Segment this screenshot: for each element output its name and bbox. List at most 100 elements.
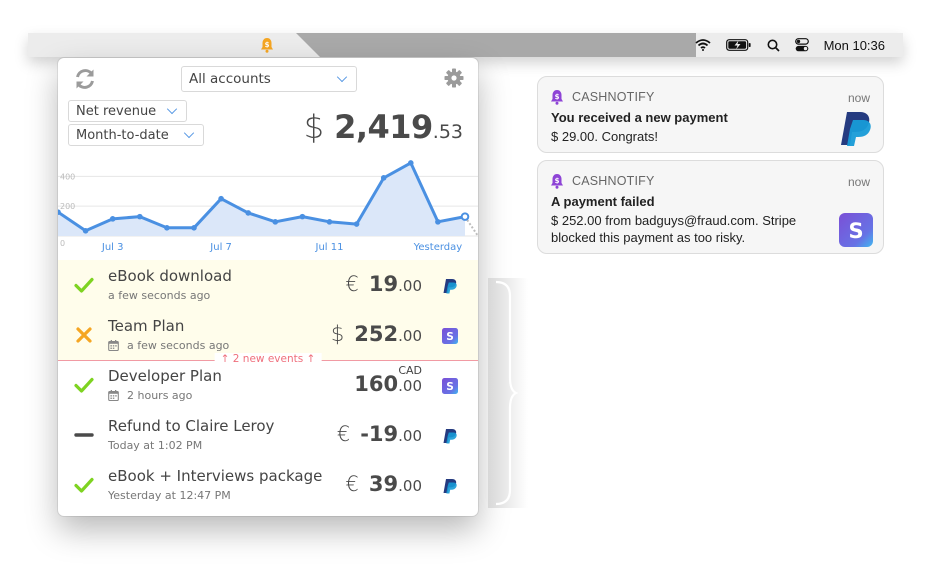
transaction-amount: € -19.00 (337, 422, 422, 446)
notification-payment-failed[interactable]: $ CASHNOTIFY now A payment failed $ 252.… (537, 160, 884, 254)
y-tick-label: 0 (60, 239, 65, 248)
transaction-list: eBook download a few seconds ago €19.00 Tea… (58, 260, 478, 510)
revenue-area (58, 162, 465, 236)
stripe-logo-icon: S (442, 328, 458, 344)
transaction-amount: $252.00 (331, 322, 422, 346)
data-point (272, 219, 279, 225)
notification-new-payment[interactable]: $ CASHNOTIFY now You received a new paym… (537, 76, 884, 153)
calendar-icon (108, 340, 127, 351)
revenue-chart[interactable]: 0200400Jul 3Jul 7Jul 11YesterdayJul 19Ju… (58, 152, 478, 254)
menu-bar: $ Mon 10:36 (28, 33, 903, 57)
search-icon[interactable] (767, 39, 780, 52)
battery-charging-icon[interactable] (725, 39, 752, 51)
cross-icon (74, 326, 94, 344)
bell-dollar-icon[interactable]: $ (260, 37, 274, 53)
amount-integer: 39 (368, 472, 399, 496)
transaction-row[interactable]: Refund to Claire Leroy Today at 1:02 PM € -… (58, 410, 478, 460)
notification-app: $ CASHNOTIFY (550, 173, 655, 189)
account-select[interactable]: All accounts (181, 66, 357, 92)
period-select[interactable]: Month-to-date (68, 124, 204, 146)
transaction-time-text: a few seconds ago (127, 339, 230, 352)
cashnotify-panel: All accounts Net revenue Month-to-date $… (58, 58, 478, 516)
desktop: $ Mon 10:36 All accounts Net revenue Mon… (0, 0, 935, 581)
chevron-down-icon (166, 103, 178, 115)
transaction-title: Refund to Claire Leroy (108, 417, 275, 435)
stripe-logo-icon: S (442, 378, 458, 394)
gear-icon[interactable] (444, 68, 464, 88)
data-point (218, 195, 224, 202)
transaction-row[interactable]: Developer Plan 2 hours ago 160.00 CAD S (58, 360, 478, 410)
data-point (299, 213, 306, 220)
amount-integer: 160 (354, 372, 399, 396)
transaction-amount: 160.00 CAD (354, 364, 422, 396)
notification-app-name: CASHNOTIFY (572, 90, 655, 104)
amount-integer: 252 (354, 322, 399, 346)
transaction-time-text: Today at 1:02 PM (108, 439, 203, 452)
x-tick-label: Jul 3 (101, 242, 124, 253)
notification-time: now (847, 175, 870, 189)
menu-bar-clock[interactable]: Mon 10:36 (824, 38, 885, 53)
menu-bar-shadow-wedge (296, 33, 696, 57)
amount-decimal: .00 (398, 327, 422, 345)
data-point (380, 175, 387, 181)
transaction-title: Developer Plan (108, 367, 222, 385)
amount-integer: -19 (360, 422, 399, 446)
total-decimal: .53 (432, 121, 463, 143)
checkmark-icon (74, 476, 94, 494)
transaction-title: eBook + Interviews package (108, 467, 323, 485)
svg-text:$: $ (555, 93, 560, 101)
paypal-logo-icon (442, 278, 458, 294)
total-currency: $ (303, 108, 325, 146)
transaction-time: a few seconds ago (108, 339, 229, 352)
data-point (326, 219, 333, 225)
svg-text:S: S (848, 219, 863, 243)
total-revenue: $ 2,419 .53 (304, 108, 463, 146)
chevron-down-icon (183, 127, 195, 139)
amount-currency: € (345, 472, 359, 496)
notification-title: You received a new payment (551, 110, 728, 125)
amount-currency: € (345, 272, 359, 296)
metric-select[interactable]: Net revenue (68, 100, 187, 122)
svg-text:S: S (446, 331, 454, 343)
menu-bar-status-area: Mon 10:36 (694, 33, 885, 57)
data-point (164, 225, 170, 231)
calendar-icon (108, 390, 127, 401)
amount-currency: $ (330, 322, 345, 346)
x-tick-label: Yesterday (413, 242, 463, 253)
amount-currency: € (336, 422, 351, 446)
transaction-row[interactable]: eBook + Interviews package Yesterday at 1… (58, 460, 478, 510)
transaction-time: Yesterday at 12:47 PM (108, 489, 231, 502)
stripe-logo-icon: S (839, 213, 873, 247)
amount-integer: 19 (368, 272, 399, 296)
transaction-amount: €19.00 (346, 272, 422, 296)
current-day-point (460, 212, 470, 221)
data-point (191, 225, 197, 231)
transaction-time: 2 hours ago (108, 389, 192, 402)
metric-select-value: Net revenue (76, 103, 157, 119)
amount-decimal: .00 (398, 477, 422, 495)
paypal-logo-icon (442, 428, 458, 444)
data-point (353, 221, 360, 227)
data-point (137, 213, 143, 220)
data-point (408, 160, 414, 166)
y-tick-label: 400 (60, 172, 75, 181)
y-tick-label: 200 (60, 202, 75, 211)
transaction-title: Team Plan (108, 317, 185, 335)
account-select-value: All accounts (189, 71, 271, 87)
x-tick-label: Jul 11 (315, 242, 344, 253)
checkmark-icon (74, 376, 94, 394)
amount-decimal: .00 (398, 377, 422, 395)
data-point (109, 216, 116, 222)
control-center-icon[interactable] (794, 38, 809, 52)
notification-title: A payment failed (551, 194, 655, 209)
notification-body: $ 252.00 from badguys@fraud.com. Stripe … (551, 213, 797, 245)
svg-text:$: $ (265, 41, 270, 49)
refresh-icon[interactable] (73, 67, 97, 91)
period-select-value: Month-to-date (76, 127, 169, 143)
amount-decimal: .00 (398, 427, 422, 445)
notification-app-name: CASHNOTIFY (572, 174, 655, 188)
data-point (245, 210, 251, 216)
notification-time: now (847, 91, 870, 105)
transaction-row[interactable]: eBook download a few seconds ago €19.00 (58, 260, 478, 310)
wifi-icon[interactable] (694, 39, 711, 51)
